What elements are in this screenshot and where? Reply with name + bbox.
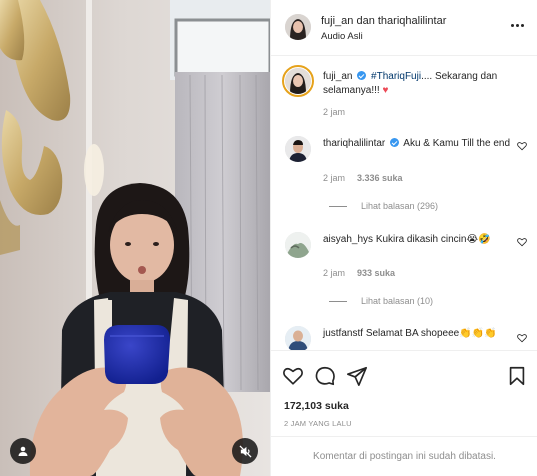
comment-username[interactable]: thariqhalilintar (323, 138, 385, 149)
avatar-image (285, 326, 311, 350)
caption-hashtag[interactable]: #ThariqFuji (371, 71, 421, 82)
comment-like-heart-icon[interactable] (517, 141, 527, 151)
comment-avatar[interactable] (285, 326, 311, 350)
mute-toggle-button[interactable] (232, 438, 258, 464)
post-actions: 172,103 suka 2 JAM YANG LALU (271, 350, 537, 436)
comment-like-heart-icon[interactable] (517, 237, 527, 247)
comment-body: Kukira dikasih cincin😭🤣 (375, 234, 491, 245)
avatar-image (285, 136, 311, 162)
post-like-count[interactable]: 172,103 suka (284, 400, 349, 412)
caption-time: 2 jam (323, 107, 346, 117)
avatar-image (285, 14, 311, 40)
verified-badge-icon (357, 71, 367, 80)
comment-avatar[interactable] (285, 136, 311, 162)
paper-plane-icon[interactable] (346, 365, 368, 387)
comment-input-area: Komentar di postingan ini sudah dibatasi… (271, 436, 537, 476)
comment-text: justfanstf Selamat BA shopeee👏👏👏 (323, 327, 513, 341)
comment-meta: 2 jam 3.336 suka (323, 173, 403, 183)
tagged-users-button[interactable] (10, 438, 36, 464)
caption-avatar[interactable] (285, 68, 311, 94)
view-replies-label[interactable]: Lihat balasan (10) (361, 296, 433, 306)
comment-likes[interactable]: 933 suka (357, 268, 395, 278)
comment-text: thariqhalilintar Aku & Kamu Till the end (323, 137, 513, 151)
author-avatar[interactable] (285, 14, 311, 40)
caption-text: fuji_an #ThariqFuji.... Sekarang dan sel… (323, 70, 513, 98)
replies-divider (329, 300, 347, 302)
muted-speaker-icon (238, 444, 252, 458)
comment-like-heart-icon[interactable] (517, 333, 527, 343)
video-frame (0, 0, 270, 476)
comment-username[interactable]: justfanstf (323, 328, 363, 339)
heart-icon[interactable] (282, 365, 304, 387)
post-details-panel: fuji_an dan thariqhalilintar Audio Asli … (270, 0, 537, 476)
comment-avatar[interactable] (285, 232, 311, 258)
comment-meta: 2 jam 933 suka (323, 268, 395, 278)
post-header: fuji_an dan thariqhalilintar Audio Asli (271, 0, 537, 56)
view-replies-label[interactable]: Lihat balasan (296) (361, 201, 438, 211)
comment-text: aisyah_hys Kukira dikasih cincin😭🤣 (323, 233, 513, 247)
comment-time: 2 jam (323, 268, 346, 278)
post-media[interactable] (0, 0, 270, 476)
verified-badge-icon (390, 138, 400, 147)
comment-likes[interactable]: 3.336 suka (357, 173, 403, 183)
comments-list[interactable]: fuji_an #ThariqFuji.... Sekarang dan sel… (271, 56, 537, 350)
comment-icon[interactable] (314, 365, 336, 387)
audio-link[interactable]: Audio Asli (321, 31, 363, 42)
more-options-icon[interactable] (507, 18, 527, 32)
view-replies-button[interactable]: Lihat balasan (10) (329, 296, 433, 306)
bookmark-icon[interactable] (506, 365, 528, 387)
view-replies-button[interactable]: Lihat balasan (296) (329, 201, 438, 211)
comment-body: Aku & Kamu Till the end (403, 138, 511, 149)
post-author-names[interactable]: fuji_an dan thariqhalilintar (321, 15, 446, 27)
comments-restricted-notice: Komentar di postingan ini sudah dibatasi… (313, 451, 496, 462)
post-timestamp[interactable]: 2 JAM YANG LALU (284, 419, 352, 428)
user-tag-icon (18, 446, 28, 456)
caption-username[interactable]: fuji_an (323, 71, 352, 82)
comment-username[interactable]: aisyah_hys (323, 234, 373, 245)
avatar-image (285, 68, 311, 94)
replies-divider (329, 205, 347, 207)
comment-time: 2 jam (323, 173, 346, 183)
avatar-image (285, 232, 311, 258)
comment-body: Selamat BA shopeee👏👏👏 (365, 328, 497, 339)
